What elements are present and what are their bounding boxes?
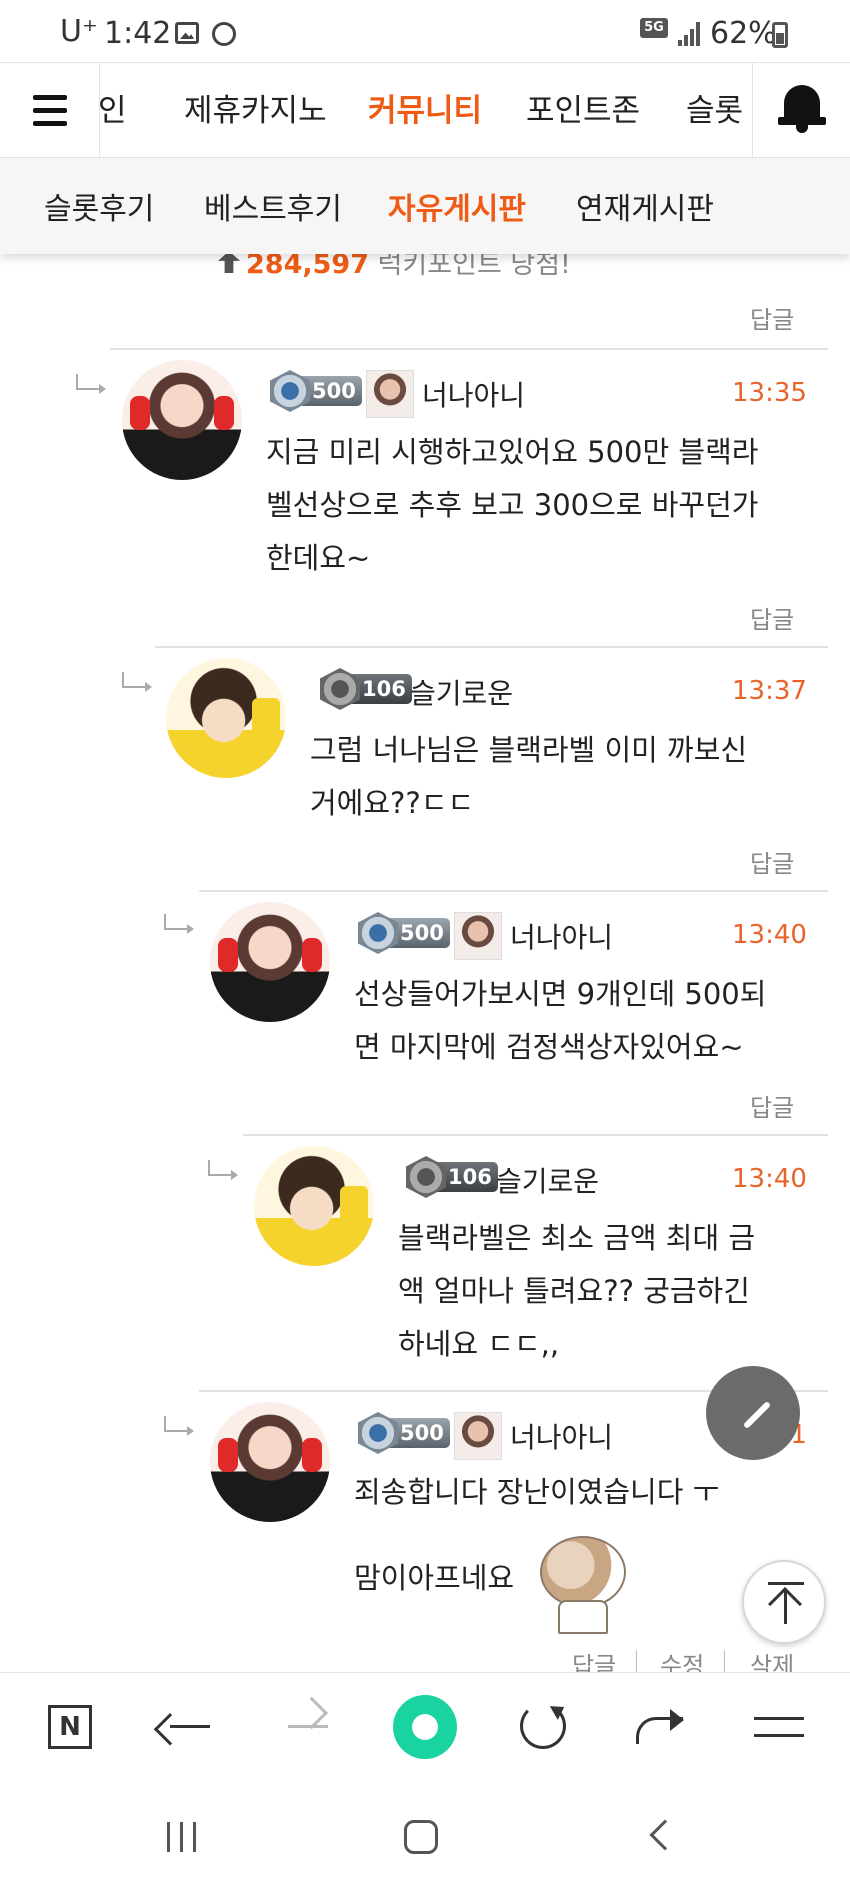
nav-item-community[interactable]: 커뮤니티 bbox=[368, 85, 482, 130]
nav-item-partial-left[interactable]: 인 bbox=[100, 85, 127, 130]
reply-arrow-icon bbox=[122, 672, 152, 692]
scroll-top-button[interactable] bbox=[742, 1560, 826, 1644]
comment-list[interactable]: 284,597 럭키포인트 당첨! 답글 500 너나아니 13:35 지금 미… bbox=[0, 254, 850, 1672]
sitting-character-emoticon bbox=[540, 1536, 626, 1636]
bell-icon[interactable] bbox=[752, 63, 850, 159]
comment-time: 13:40 bbox=[732, 1164, 807, 1194]
tab-best-review[interactable]: 베스트후기 bbox=[204, 184, 342, 228]
gallery-icon bbox=[175, 22, 199, 44]
points-value: 284,597 bbox=[246, 254, 369, 280]
divider bbox=[199, 890, 828, 892]
author-name[interactable]: 슬기로운 bbox=[496, 1160, 599, 1200]
comment-text-line-2: 맘이아프네요 bbox=[354, 1561, 515, 1595]
previous-comment-text: 럭키포인트 당첨! bbox=[377, 254, 571, 280]
write-button[interactable] bbox=[706, 1366, 800, 1460]
divider bbox=[110, 348, 828, 350]
tab-free-board[interactable]: 자유게시판 bbox=[388, 184, 526, 228]
tab-serial-board[interactable]: 연재게시판 bbox=[576, 184, 714, 228]
separator bbox=[724, 1650, 725, 1672]
nav-item-point-zone[interactable]: 포인트존 bbox=[526, 85, 640, 130]
profile-thumbnail bbox=[366, 370, 414, 418]
profile-thumbnail bbox=[454, 1412, 502, 1460]
previous-comment-tail: 284,597 럭키포인트 당첨! bbox=[218, 254, 571, 281]
comment-time: 13:37 bbox=[732, 676, 807, 706]
avatar[interactable] bbox=[210, 902, 330, 1022]
sub-nav: 슬롯후기 베스트후기 자유게시판 연재게시판 bbox=[0, 158, 850, 254]
comment-text: 지금 미리 시행하고있어요 500만 블랙라 벨선상으로 추후 보고 300으로… bbox=[266, 435, 759, 575]
back-icon[interactable] bbox=[649, 1819, 681, 1851]
reply-arrow-icon bbox=[164, 1416, 194, 1436]
comment-text: 선상들어가보시면 9개인데 500되 면 마지막에 검정색상자있어요~ bbox=[354, 977, 767, 1064]
avatar[interactable] bbox=[210, 1402, 330, 1522]
author-name[interactable]: 너나아니 bbox=[510, 1416, 613, 1456]
comment-text: 죄송합니다 장난이였습니다 ㅜ bbox=[354, 1475, 720, 1509]
signal-icon bbox=[676, 20, 702, 46]
author-name[interactable]: 슬기로운 bbox=[410, 672, 513, 712]
up-arrow-icon bbox=[218, 254, 240, 273]
avatar[interactable] bbox=[166, 658, 286, 778]
reply-arrow-icon bbox=[76, 374, 106, 394]
clock: 1:42 bbox=[104, 16, 172, 51]
level-badge: 106 bbox=[406, 1156, 498, 1198]
reply-arrow-icon bbox=[164, 914, 194, 934]
profile-thumbnail bbox=[454, 912, 502, 960]
tab-slot-review[interactable]: 슬롯후기 bbox=[44, 184, 154, 228]
level-badge: 500 bbox=[358, 1412, 450, 1454]
reply-link[interactable]: 답글 bbox=[750, 1088, 794, 1123]
menu-icon[interactable] bbox=[0, 63, 100, 159]
separator bbox=[636, 1650, 637, 1672]
nav-item-partner-casino[interactable]: 제휴카지노 bbox=[184, 85, 327, 130]
reply-link[interactable]: 답글 bbox=[750, 300, 794, 335]
back-arrow-icon[interactable] bbox=[170, 1725, 210, 1728]
main-nav: 인 제휴카지노 커뮤니티 포인트존 슬롯 bbox=[0, 62, 850, 159]
status-bar: U⁺ 1:42 5G 62% bbox=[0, 0, 850, 62]
menu-lines-icon[interactable] bbox=[754, 1717, 804, 1737]
browser-toolbar: N bbox=[0, 1672, 850, 1782]
android-nav-bar bbox=[0, 1782, 850, 1889]
battery-icon bbox=[772, 22, 788, 48]
author-name[interactable]: 너나아니 bbox=[422, 374, 525, 414]
comment-text: 블랙라벨은 최소 금액 최대 금 액 얼마나 틀려요?? 궁금하긴 하네요 ㄷㄷ… bbox=[398, 1221, 756, 1361]
share-icon[interactable] bbox=[636, 1707, 686, 1747]
reply-link[interactable]: 답글 bbox=[750, 844, 794, 879]
forward-arrow-icon[interactable] bbox=[288, 1725, 328, 1728]
alarm-icon bbox=[212, 22, 236, 46]
level-badge: 500 bbox=[270, 370, 362, 412]
divider bbox=[243, 1134, 828, 1136]
naver-home-icon[interactable]: N bbox=[48, 1705, 92, 1749]
reply-link[interactable]: 답글 bbox=[750, 600, 794, 635]
network-5g-icon: 5G bbox=[640, 18, 668, 38]
nav-item-slot[interactable]: 슬롯 bbox=[686, 85, 743, 130]
avatar[interactable] bbox=[254, 1146, 374, 1266]
battery-percent: 62% bbox=[710, 16, 777, 51]
carrier-label: U⁺ bbox=[60, 14, 98, 49]
avatar[interactable] bbox=[122, 360, 242, 480]
level-badge: 500 bbox=[358, 912, 450, 954]
recent-apps-icon[interactable] bbox=[165, 1822, 199, 1852]
main-nav-scroller[interactable]: 인 제휴카지노 커뮤니티 포인트존 슬롯 bbox=[100, 63, 752, 159]
comment-time: 13:35 bbox=[732, 378, 807, 408]
comment-text: 그럼 너나님은 블랙라벨 이미 까보신 거에요??ㄷㄷ bbox=[310, 733, 748, 820]
home-icon[interactable] bbox=[404, 1820, 438, 1854]
reply-arrow-icon bbox=[208, 1160, 238, 1180]
level-badge: 106 bbox=[320, 668, 412, 710]
comment-time: 13:40 bbox=[732, 920, 807, 950]
author-name[interactable]: 너나아니 bbox=[510, 916, 613, 956]
green-dot-icon[interactable] bbox=[393, 1695, 457, 1759]
reload-icon[interactable] bbox=[520, 1703, 566, 1749]
divider bbox=[155, 646, 828, 648]
